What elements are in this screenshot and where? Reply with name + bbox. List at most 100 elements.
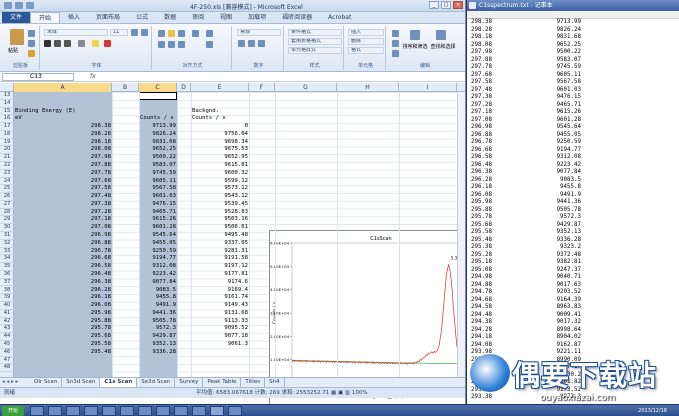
- tab-acrobat[interactable]: Acrobat: [320, 12, 359, 23]
- row-header[interactable]: 38: [0, 287, 14, 295]
- delete-cells-button[interactable]: 删除: [348, 38, 384, 45]
- cell-counts[interactable]: 9455.8: [140, 294, 176, 302]
- sheet-tab[interactable]: Olr Scan: [30, 378, 63, 387]
- cell-counts[interactable]: 9605.11: [140, 178, 176, 186]
- border-icon[interactable]: [78, 40, 85, 47]
- cell-counts[interactable]: 9312.08: [140, 263, 176, 271]
- row-header[interactable]: 14: [0, 100, 14, 108]
- sheet-tab[interactable]: Peak Table: [203, 378, 242, 387]
- cell-counts[interactable]: 9455.05: [140, 240, 176, 248]
- cell-background[interactable]: 9191.58: [192, 255, 248, 263]
- cell-energy[interactable]: 295.98: [15, 310, 111, 318]
- align-middle-icon[interactable]: [168, 30, 175, 37]
- cell-counts[interactable]: 9223.42: [140, 271, 176, 279]
- row-header[interactable]: 13: [0, 92, 14, 100]
- cell-counts[interactable]: 9505.78: [140, 318, 176, 326]
- orientation-icon[interactable]: [192, 30, 199, 37]
- header-backgnd-counts[interactable]: Counts / s: [192, 115, 248, 123]
- sheet-nav-arrows[interactable]: ◂ ◂ ▸ ▸: [0, 378, 30, 387]
- cell-counts[interactable]: 9713.99: [140, 123, 176, 131]
- conditional-format-button[interactable]: 条件格式: [288, 29, 342, 36]
- cell-counts[interactable]: 9545.64: [140, 232, 176, 240]
- font-color-icon[interactable]: [104, 40, 111, 47]
- row-header[interactable]: 37: [0, 279, 14, 287]
- merge-center-icon[interactable]: [206, 41, 213, 48]
- cell-energy[interactable]: 296.88: [15, 240, 111, 248]
- row-header[interactable]: 31: [0, 232, 14, 240]
- cell-background[interactable]: 9177.81: [192, 271, 248, 279]
- cell-counts[interactable]: 9476.15: [140, 201, 176, 209]
- row-header[interactable]: 42: [0, 318, 14, 326]
- cell-energy[interactable]: 295.58: [15, 341, 111, 349]
- cell-counts[interactable]: 9572.3: [140, 325, 176, 333]
- start-button[interactable]: 开始: [2, 406, 24, 416]
- cell-counts[interactable]: 9567.58: [140, 185, 176, 193]
- taskbar-app-1[interactable]: [30, 406, 44, 416]
- active-cell[interactable]: [139, 92, 177, 100]
- tab-home[interactable]: 开始: [30, 12, 61, 23]
- row-header[interactable]: 45: [0, 341, 14, 349]
- column-header-b[interactable]: B: [112, 83, 139, 92]
- row-header[interactable]: 27: [0, 201, 14, 209]
- tab-foxit[interactable]: 福昕阅读器: [274, 12, 320, 23]
- maximize-button[interactable]: □: [441, 1, 451, 9]
- format-cells-button[interactable]: 格式: [348, 47, 384, 54]
- cell-counts[interactable]: 9826.24: [140, 131, 176, 139]
- cell-energy[interactable]: 298.08: [15, 146, 111, 154]
- cell-background[interactable]: 9197.12: [192, 263, 248, 271]
- cell-background[interactable]: 9337.05: [192, 240, 248, 248]
- cell-energy[interactable]: 295.48: [15, 349, 111, 357]
- align-bottom-icon[interactable]: [178, 30, 185, 37]
- cell-counts[interactable]: 9491.9: [140, 302, 176, 310]
- sheet-tab[interactable]: Titles: [241, 378, 266, 387]
- cell-energy[interactable]: 296.28: [15, 287, 111, 295]
- taskbar-app-9[interactable]: [174, 406, 188, 416]
- tab-file[interactable]: 文件: [2, 12, 31, 23]
- cell-counts[interactable]: 9601.03: [140, 193, 176, 201]
- grow-font-icon[interactable]: [131, 29, 138, 36]
- cell-background[interactable]: 9149.43: [192, 302, 248, 310]
- wrap-text-icon[interactable]: [206, 30, 213, 37]
- percent-icon[interactable]: [248, 40, 255, 47]
- cell-counts[interactable]: 9601.28: [140, 224, 176, 232]
- column-header-f[interactable]: F: [249, 83, 275, 92]
- cell-counts[interactable]: 9652.25: [140, 146, 176, 154]
- worksheet-grid[interactable]: Binding Energy (E) eV Counts / s Backgnd. Co…: [14, 92, 465, 404]
- cell-background[interactable]: 9169.4: [192, 287, 248, 295]
- cell-energy[interactable]: 296.08: [15, 302, 111, 310]
- cell-energy[interactable]: 296.58: [15, 263, 111, 271]
- cell-energy[interactable]: 297.88: [15, 162, 111, 170]
- cell-counts[interactable]: 9250.59: [140, 248, 176, 256]
- cell-energy[interactable]: 296.98: [15, 232, 111, 240]
- cell-styles-button[interactable]: 单元格样式: [288, 47, 342, 54]
- taskbar-app-7[interactable]: [138, 406, 152, 416]
- vertical-scrollbar[interactable]: [457, 92, 465, 377]
- row-header[interactable]: 25: [0, 185, 14, 194]
- cell-background[interactable]: 9652.95: [192, 154, 248, 162]
- cell-background[interactable]: 9095.52: [192, 325, 248, 333]
- number-format-select[interactable]: 常规: [237, 29, 281, 36]
- fill-icon[interactable]: [392, 40, 399, 47]
- header-ev[interactable]: eV: [15, 115, 111, 123]
- row-header[interactable]: 28: [0, 209, 14, 217]
- cell-background[interactable]: 9495.48: [192, 232, 248, 240]
- paste-icon[interactable]: [10, 29, 24, 45]
- header-binding-energy[interactable]: Binding Energy (E): [15, 108, 111, 116]
- undo-icon[interactable]: [26, 2, 34, 9]
- row-header[interactable]: 18: [0, 131, 14, 139]
- comma-style-icon[interactable]: [258, 40, 265, 47]
- align-left-icon[interactable]: [158, 41, 165, 48]
- sheet-tab[interactable]: Sh4: [265, 378, 285, 387]
- column-header-c[interactable]: C: [139, 83, 177, 92]
- insert-cells-button[interactable]: 插入: [348, 29, 384, 36]
- cell-energy[interactable]: 297.78: [15, 170, 111, 178]
- cell-energy[interactable]: 297.98: [15, 154, 111, 162]
- row-header[interactable]: 36: [0, 271, 14, 279]
- cell-counts[interactable]: 9745.59: [140, 170, 176, 178]
- excel-logo-icon[interactable]: [4, 2, 12, 9]
- cell-background[interactable]: 9528.83: [192, 209, 248, 217]
- row-header[interactable]: 20: [0, 146, 14, 155]
- row-header[interactable]: 29: [0, 216, 14, 225]
- sort-filter-label[interactable]: 排序和筛选: [402, 43, 428, 50]
- cell-counts[interactable]: 9077.84: [140, 279, 176, 287]
